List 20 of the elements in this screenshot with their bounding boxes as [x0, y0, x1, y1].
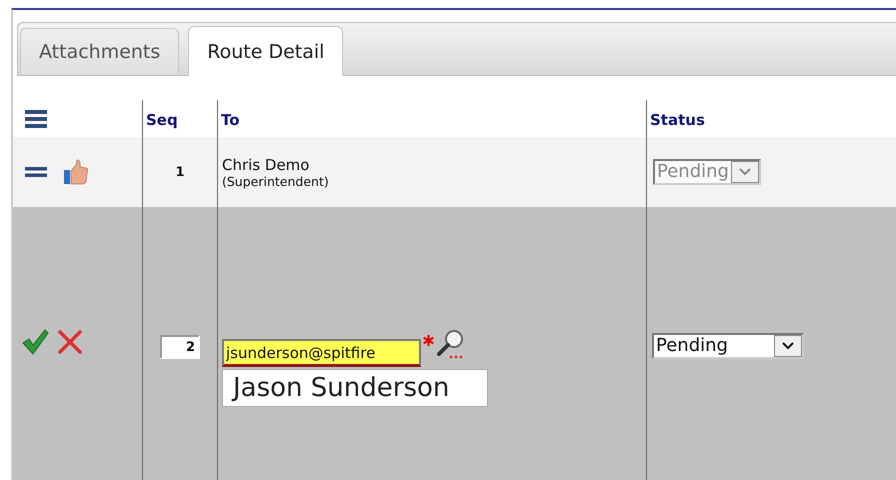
- chevron-down-icon: [738, 167, 752, 177]
- sequence-number: 1: [175, 164, 185, 180]
- column-header: To: [221, 111, 240, 129]
- thumbs-up-icon: [63, 159, 89, 185]
- close-icon[interactable]: [57, 329, 83, 355]
- recipient-input[interactable]: jsunderson@spitfire: [222, 339, 421, 367]
- column-header: Seq: [146, 111, 178, 129]
- menu-icon[interactable]: [25, 109, 47, 129]
- suggestion-item[interactable]: Jason Sunderson: [222, 369, 488, 407]
- drag-handle-icon[interactable]: [25, 167, 47, 177]
- chevron-down-icon: [781, 341, 795, 351]
- recipient-role: (Superintendent): [222, 174, 329, 188]
- recipient-name: Chris Demo: [222, 156, 310, 174]
- status-dropdown[interactable]: Pending: [652, 333, 804, 359]
- column-header: Status: [650, 111, 705, 129]
- sequence-input[interactable]: 2: [160, 335, 200, 359]
- tab[interactable]: Route Detail: [188, 26, 344, 76]
- checkmark-icon[interactable]: [21, 329, 49, 355]
- tab[interactable]: Attachments: [20, 28, 180, 74]
- search-icon[interactable]: [437, 329, 465, 359]
